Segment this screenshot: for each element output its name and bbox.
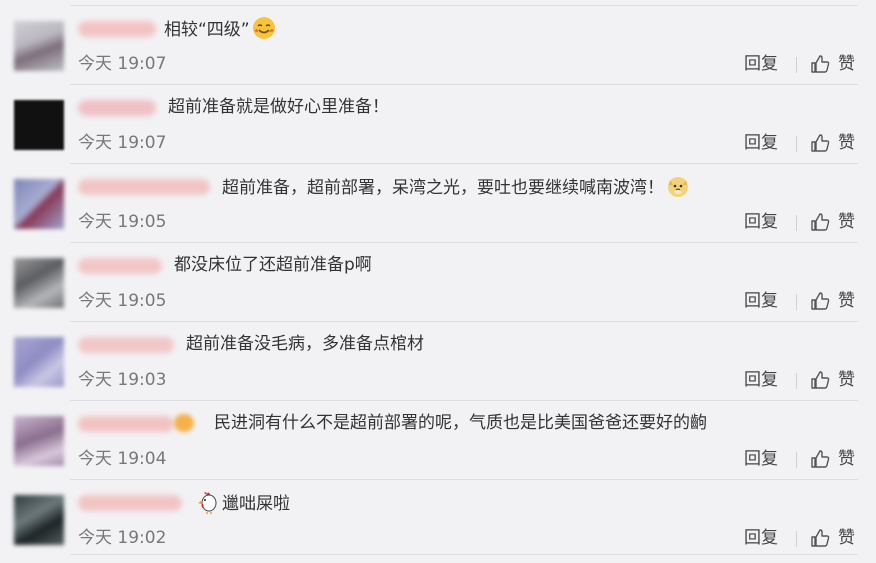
timestamp: 今天 19:04 xyxy=(78,449,167,469)
timestamp: 今天 19:03 xyxy=(78,370,167,390)
thumbs-up-icon xyxy=(811,55,830,73)
comment-item: 超前准备，超前部署，呆湾之光，要吐也要继续喊南波湾！ 今天 19:05 回复 赞 xyxy=(0,164,876,243)
username[interactable] xyxy=(78,179,210,195)
rooster-icon xyxy=(196,490,220,514)
like-button[interactable]: 赞 xyxy=(810,526,855,550)
avatar[interactable] xyxy=(14,337,64,387)
like-label: 赞 xyxy=(838,449,855,469)
separator xyxy=(796,531,797,547)
comment-text: 相较“四级” xyxy=(164,16,276,42)
reply-button[interactable]: 回复 xyxy=(744,447,778,471)
username[interactable] xyxy=(78,100,156,116)
thumbs-up-icon xyxy=(811,134,830,152)
comment-list: 相较“四级” 今天 19:07 回复 赞 超前准备就是做好心里准备！ 今天 19… xyxy=(0,0,876,563)
like-button[interactable]: 赞 xyxy=(810,210,855,234)
avatar[interactable] xyxy=(14,179,64,229)
thumbs-up-icon xyxy=(811,529,830,547)
separator xyxy=(796,57,797,73)
reply-button[interactable]: 回复 xyxy=(744,210,778,234)
like-label: 赞 xyxy=(838,133,855,153)
divider xyxy=(70,554,858,555)
separator xyxy=(796,215,797,231)
thumbs-up-icon xyxy=(811,450,830,468)
reply-button[interactable]: 回复 xyxy=(744,526,778,550)
comment-item: 超前准备没毛病，多准备点棺材 今天 19:03 回复 赞 xyxy=(0,322,876,401)
like-button[interactable]: 赞 xyxy=(810,368,855,392)
comment-text-content: 超前准备，超前部署，呆湾之光，要吐也要继续喊南波湾！ xyxy=(222,178,664,198)
username[interactable] xyxy=(78,495,182,511)
separator xyxy=(796,136,797,152)
avatar[interactable] xyxy=(14,495,64,545)
thumbs-up-icon xyxy=(811,292,830,310)
username[interactable] xyxy=(78,416,174,432)
like-label: 赞 xyxy=(838,528,855,548)
comment-text: 民进洞有什么不是超前部署的呢，气质也是比美国爸爸还要好的齣 xyxy=(214,413,707,433)
username[interactable] xyxy=(78,21,156,37)
like-button[interactable]: 赞 xyxy=(810,52,855,76)
separator xyxy=(796,452,797,468)
separator xyxy=(796,373,797,389)
timestamp: 今天 19:02 xyxy=(78,528,167,548)
reply-button[interactable]: 回复 xyxy=(744,52,778,76)
like-label: 赞 xyxy=(838,54,855,74)
smiling-face-with-hearts-icon xyxy=(252,16,276,40)
like-label: 赞 xyxy=(838,370,855,390)
comment-text: 超前准备没毛病，多准备点棺材 xyxy=(186,334,424,354)
comment-text: 超前准备，超前部署，呆湾之光，要吐也要继续喊南波湾！ xyxy=(222,174,690,200)
timestamp: 今天 19:07 xyxy=(78,54,167,74)
comment-text-content: 相较“四级” xyxy=(164,20,250,40)
avatar[interactable] xyxy=(14,100,64,150)
thumbs-up-icon xyxy=(811,213,830,231)
comment-text: 超前准备就是做好心里准备！ xyxy=(168,97,389,117)
doge-icon xyxy=(666,174,690,198)
avatar[interactable] xyxy=(14,21,64,71)
avatar[interactable] xyxy=(14,416,64,466)
comment-item: 超前准备就是做好心里准备！ 今天 19:07 回复 赞 xyxy=(0,85,876,164)
comment-item: 邋咄屎啦 今天 19:02 回复 赞 xyxy=(0,480,876,559)
comment-text: 邋咄屎啦 xyxy=(196,490,290,516)
comment-item: 相较“四级” 今天 19:07 回复 赞 xyxy=(0,6,876,85)
comment-item: 都没床位了还超前准备p啊 今天 19:05 回复 赞 xyxy=(0,243,876,322)
reply-button[interactable]: 回复 xyxy=(744,131,778,155)
like-label: 赞 xyxy=(838,291,855,311)
comment-text-content: 邋咄屎啦 xyxy=(222,494,290,514)
reply-button[interactable]: 回复 xyxy=(744,289,778,313)
avatar[interactable] xyxy=(14,258,64,308)
comment-item: 民进洞有什么不是超前部署的呢，气质也是比美国爸爸还要好的齣 今天 19:04 回… xyxy=(0,401,876,480)
like-button[interactable]: 赞 xyxy=(810,289,855,313)
like-label: 赞 xyxy=(838,212,855,232)
like-button[interactable]: 赞 xyxy=(810,447,855,471)
reply-button[interactable]: 回复 xyxy=(744,368,778,392)
comment-text: 都没床位了还超前准备p啊 xyxy=(174,255,372,275)
timestamp: 今天 19:05 xyxy=(78,212,167,232)
like-button[interactable]: 赞 xyxy=(810,131,855,155)
username[interactable] xyxy=(78,258,162,274)
username[interactable] xyxy=(78,337,174,353)
user-badge xyxy=(174,414,194,432)
thumbs-up-icon xyxy=(811,371,830,389)
separator xyxy=(796,294,797,310)
timestamp: 今天 19:05 xyxy=(78,291,167,311)
timestamp: 今天 19:07 xyxy=(78,133,167,153)
